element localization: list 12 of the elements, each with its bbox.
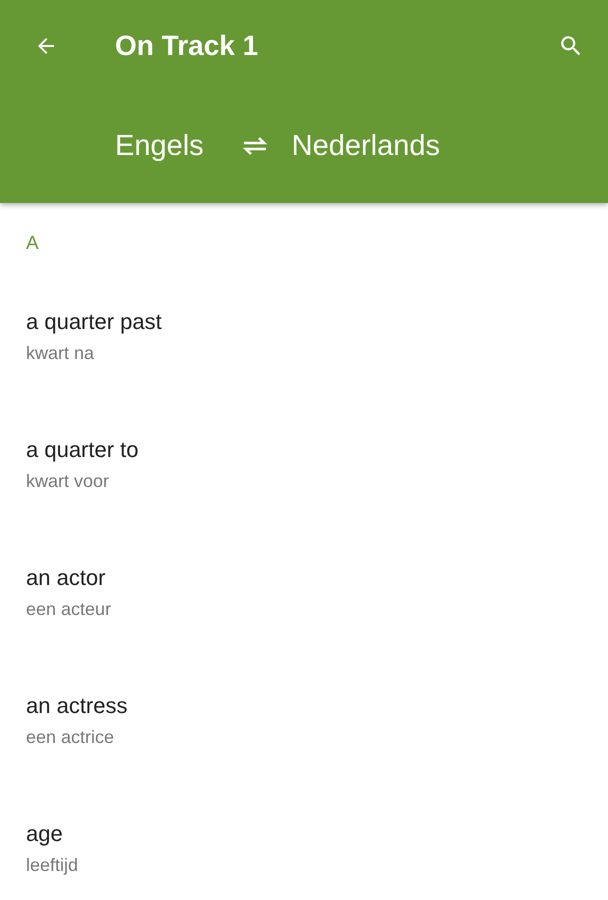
entry-term[interactable]: a quarter past: [26, 309, 608, 335]
section-header: A: [26, 233, 40, 256]
entry-term[interactable]: an actress: [26, 693, 608, 719]
entry-translation: een actrice: [26, 727, 116, 748]
entry-term[interactable]: an actor: [26, 565, 608, 591]
entry-translation: een acteur: [26, 599, 112, 620]
entry-translation: kwart na: [26, 343, 96, 364]
entry-translation: leeftijd: [26, 855, 80, 876]
app-title: On Track 1: [115, 30, 260, 62]
entry-translation: kwart voor: [26, 471, 110, 492]
entry-term[interactable]: a quarter to: [26, 437, 608, 463]
entry-term[interactable]: age: [26, 821, 608, 847]
